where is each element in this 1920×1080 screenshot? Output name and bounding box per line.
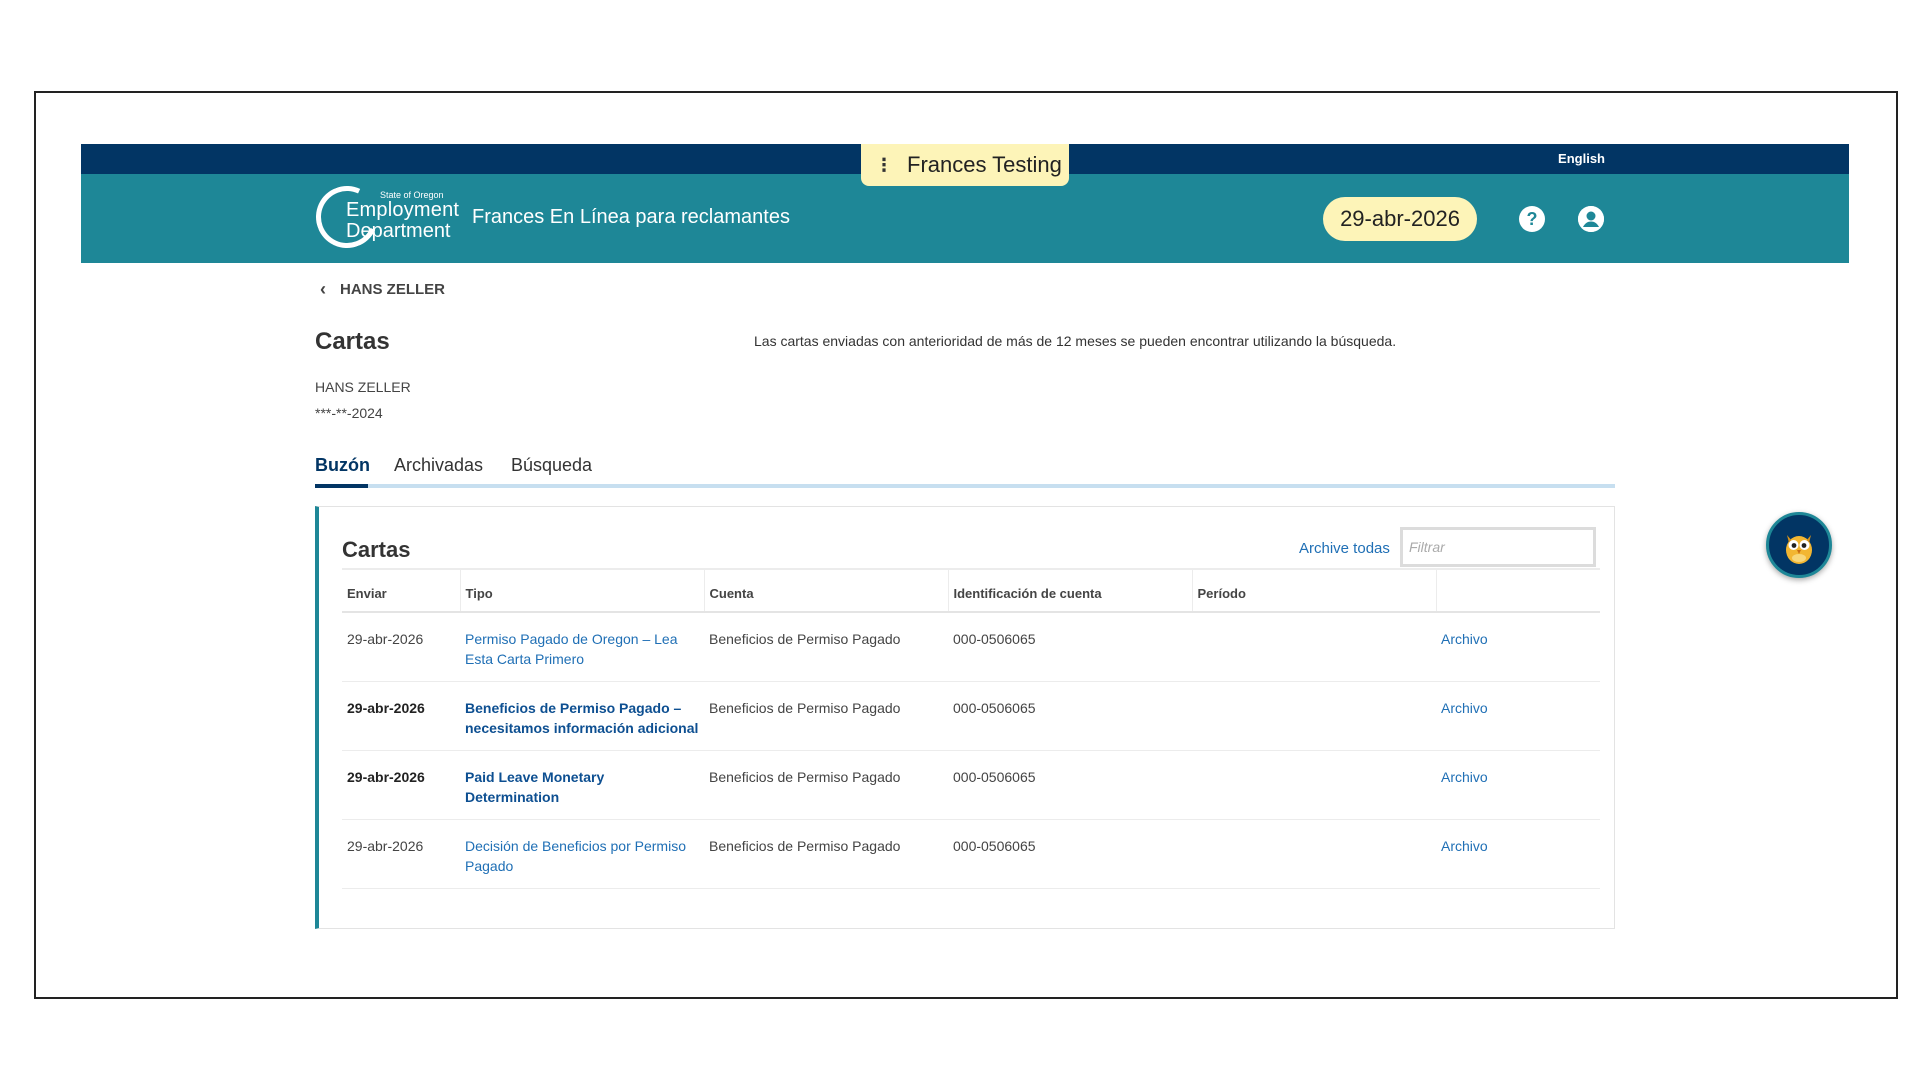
cell-account-id: 000-0506065 bbox=[948, 681, 1192, 751]
environment-label: Frances Testing bbox=[907, 152, 1062, 177]
cell-action: Archivo bbox=[1436, 612, 1600, 682]
page-title: Cartas bbox=[315, 328, 390, 355]
tab-bar: Buzón Archivadas Búsqueda bbox=[315, 452, 1615, 488]
cell-account: Beneficios de Permiso Pagado bbox=[704, 612, 948, 682]
panel-title: Cartas bbox=[342, 537, 411, 562]
tab-archivadas[interactable]: Archivadas bbox=[394, 455, 483, 476]
column-header-tipo[interactable]: Tipo bbox=[460, 568, 705, 613]
cell-account: Beneficios de Permiso Pagado bbox=[704, 681, 948, 751]
cell-date: 29-abr-2026 bbox=[342, 819, 460, 889]
cell-period bbox=[1192, 819, 1436, 889]
cell-account-id: 000-0506065 bbox=[948, 750, 1192, 820]
archive-all-link[interactable]: Archive todas bbox=[1299, 540, 1390, 557]
search-notice: Las cartas enviadas con anterioridad de … bbox=[754, 333, 1397, 349]
language-link[interactable]: English bbox=[1558, 151, 1605, 166]
cell-action: Archivo bbox=[1436, 750, 1600, 820]
tab-busqueda[interactable]: Búsqueda bbox=[511, 455, 592, 476]
oed-logo[interactable]: State of Oregon Employment Department bbox=[307, 177, 460, 257]
current-date-badge: 29-abr-2026 bbox=[1323, 197, 1477, 241]
cell-period bbox=[1192, 681, 1436, 751]
cell-period bbox=[1192, 750, 1436, 820]
cell-account: Beneficios de Permiso Pagado bbox=[704, 819, 948, 889]
table-row: 29-abr-2026 Permiso Pagado de Oregon – L… bbox=[342, 612, 1600, 682]
cell-type: Beneficios de Permiso Pagado – necesitam… bbox=[460, 681, 704, 751]
letter-link[interactable]: Beneficios de Permiso Pagado – necesitam… bbox=[465, 700, 698, 736]
cell-period bbox=[1192, 612, 1436, 682]
archive-link[interactable]: Archivo bbox=[1441, 838, 1488, 854]
back-breadcrumb[interactable]: ‹ HANS ZELLER bbox=[320, 279, 445, 300]
user-circle-icon[interactable] bbox=[1578, 206, 1604, 232]
column-header-account-id[interactable]: Identificación de cuenta bbox=[948, 568, 1193, 613]
archive-link[interactable]: Archivo bbox=[1441, 700, 1488, 716]
claimant-id: ***-**-2024 bbox=[315, 405, 383, 421]
question-circle-icon[interactable]: ? bbox=[1519, 206, 1545, 232]
cell-type: Decisión de Beneficios por Permiso Pagad… bbox=[460, 819, 704, 889]
table-header-row: Enviar Tipo Cuenta Identificación de cue… bbox=[342, 568, 1600, 613]
app-title: Frances En Línea para reclamantes bbox=[472, 206, 790, 228]
cell-action: Archivo bbox=[1436, 819, 1600, 889]
cell-type: Paid Leave Monetary Determination bbox=[460, 750, 704, 820]
letter-link[interactable]: Paid Leave Monetary Determination bbox=[465, 769, 604, 805]
cell-date: 29-abr-2026 bbox=[342, 750, 460, 820]
filter-input[interactable] bbox=[1400, 527, 1596, 567]
archive-link[interactable]: Archivo bbox=[1441, 769, 1488, 785]
assistant-owl-button[interactable] bbox=[1766, 512, 1832, 578]
cell-action: Archivo bbox=[1436, 681, 1600, 751]
cell-date: 29-abr-2026 bbox=[342, 681, 460, 751]
cell-date: 29-abr-2026 bbox=[342, 612, 460, 682]
column-header-cuenta[interactable]: Cuenta bbox=[704, 568, 949, 613]
tab-buzon[interactable]: Buzón bbox=[315, 455, 370, 476]
letter-link[interactable]: Permiso Pagado de Oregon – Lea Esta Cart… bbox=[465, 631, 677, 667]
cell-account-id: 000-0506065 bbox=[948, 612, 1192, 682]
table-row: 29-abr-2026 Beneficios de Permiso Pagado… bbox=[342, 681, 1600, 751]
table-row: 29-abr-2026 Decisión de Beneficios por P… bbox=[342, 819, 1600, 889]
kebab-menu-icon: ⋮ bbox=[875, 155, 893, 175]
cell-account: Beneficios de Permiso Pagado bbox=[704, 750, 948, 820]
letter-link[interactable]: Decisión de Beneficios por Permiso Pagad… bbox=[465, 838, 686, 874]
column-header-enviar[interactable]: Enviar bbox=[342, 568, 461, 613]
letters-panel: Cartas Archive todas Enviar Tipo Cuenta … bbox=[315, 506, 1615, 929]
active-tab-indicator bbox=[315, 484, 368, 488]
owl-icon bbox=[1786, 535, 1812, 564]
column-header-action bbox=[1436, 568, 1600, 613]
archive-link[interactable]: Archivo bbox=[1441, 631, 1488, 647]
environment-badge[interactable]: ⋮ Frances Testing bbox=[861, 144, 1069, 186]
table-row: 29-abr-2026 Paid Leave Monetary Determin… bbox=[342, 750, 1600, 820]
back-label: HANS ZELLER bbox=[340, 281, 445, 298]
logo-line1: Employment bbox=[346, 199, 460, 221]
logo-line2: Department bbox=[346, 220, 451, 242]
letters-table: Enviar Tipo Cuenta Identificación de cue… bbox=[342, 568, 1600, 889]
app-header: State of Oregon Employment Department Fr… bbox=[81, 174, 1849, 263]
chevron-left-icon: ‹ bbox=[320, 279, 326, 299]
claimant-name: HANS ZELLER bbox=[315, 379, 411, 395]
cell-type: Permiso Pagado de Oregon – Lea Esta Cart… bbox=[460, 612, 704, 682]
cell-account-id: 000-0506065 bbox=[948, 819, 1192, 889]
column-header-periodo[interactable]: Período bbox=[1192, 568, 1437, 613]
